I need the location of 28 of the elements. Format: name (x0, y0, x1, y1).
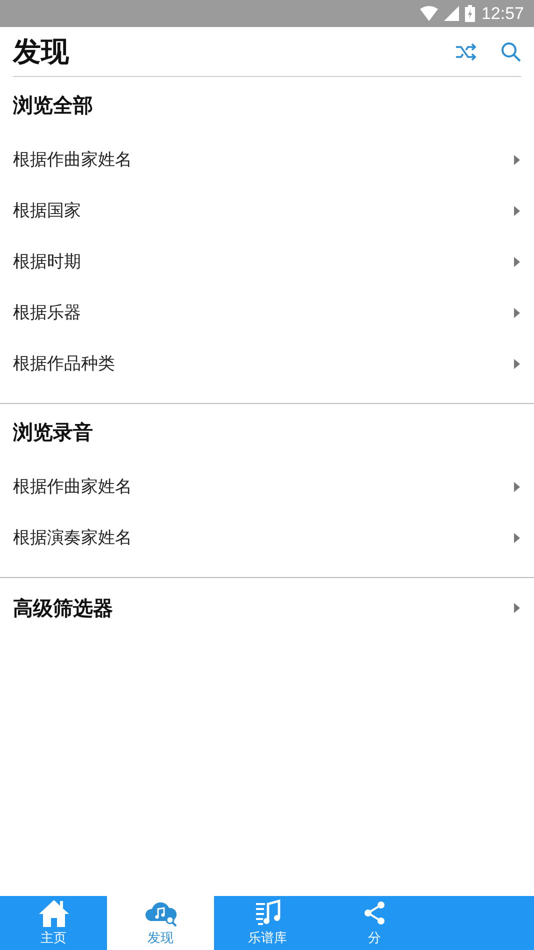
list-item[interactable]: 根据作曲家姓名 (13, 134, 520, 185)
list-item[interactable]: 根据作曲家姓名 (13, 461, 520, 512)
page-title: 发现 (13, 34, 70, 70)
list-item[interactable]: 根据国家 (13, 185, 520, 236)
section-title: 浏览全部 (13, 92, 93, 119)
home-icon (38, 899, 70, 927)
chevron-icon (514, 308, 520, 318)
list-item[interactable]: 根据作品种类 (13, 338, 520, 389)
shuffle-icon[interactable] (455, 42, 477, 60)
chevron-icon (514, 358, 520, 368)
chevron-icon (514, 154, 520, 164)
chevron-icon (514, 256, 520, 266)
chevron-icon (514, 206, 520, 216)
status-time: 12:57 (481, 4, 524, 24)
list-item[interactable]: 根据演奏家姓名 (13, 512, 520, 563)
tab[interactable]: 发现 (107, 896, 214, 950)
signal-icon (444, 6, 460, 21)
list-item[interactable]: 高级筛选器 (13, 578, 520, 638)
section-title: 浏览录音 (13, 419, 93, 446)
chevron-icon (514, 603, 520, 613)
battery-icon (465, 5, 476, 22)
wifi-icon (420, 6, 438, 21)
search-icon[interactable] (501, 42, 521, 62)
list-item[interactable]: 根据乐器 (13, 287, 520, 338)
list-item[interactable]: 根据时期 (13, 236, 520, 287)
music-list-icon (254, 899, 282, 927)
chevron-icon (514, 532, 520, 542)
chevron-icon (514, 482, 520, 492)
